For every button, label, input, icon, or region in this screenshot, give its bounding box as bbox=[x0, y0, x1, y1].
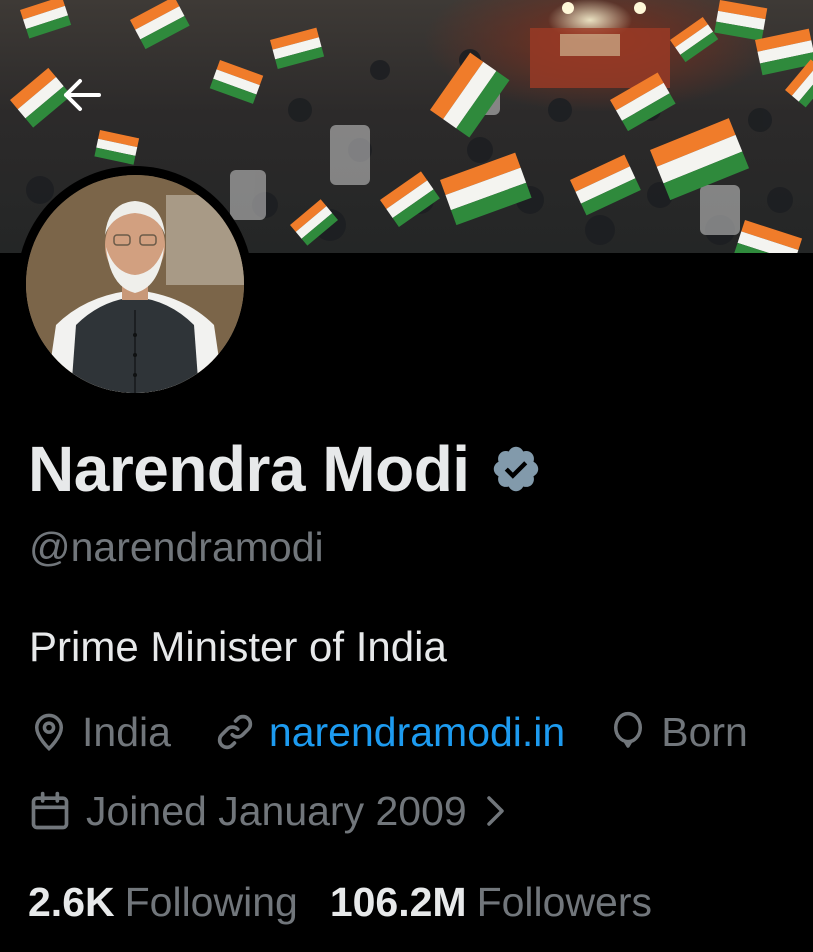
followers-label: Followers bbox=[476, 878, 653, 925]
location-item: India bbox=[28, 709, 171, 756]
avatar-image bbox=[26, 175, 244, 393]
profile-meta-row: India narendramodi.in Born bbox=[28, 704, 790, 760]
following-count: 2.6K bbox=[28, 878, 115, 925]
followers-stat[interactable]: 106.2M Followers bbox=[330, 879, 652, 926]
following-label: Following bbox=[124, 878, 298, 925]
calendar-icon bbox=[31, 791, 69, 830]
verified-badge-icon[interactable] bbox=[490, 443, 542, 495]
following-stat[interactable]: 2.6K Following bbox=[28, 879, 298, 926]
birthday-item: Born bbox=[607, 709, 748, 756]
website-link[interactable]: narendramodi.in bbox=[269, 709, 565, 756]
joined-date-row[interactable]: Joined January 2009 bbox=[28, 783, 507, 839]
follow-stats-row: 2.6K Following 106.2M Followers bbox=[28, 874, 684, 930]
location-text: India bbox=[82, 708, 171, 755]
balloon-icon bbox=[614, 711, 643, 748]
link-icon bbox=[217, 714, 253, 750]
website-item: narendramodi.in bbox=[213, 709, 565, 756]
arrow-left-icon bbox=[64, 79, 101, 111]
joined-date-text: Joined January 2009 bbox=[86, 787, 467, 834]
username-handle: @narendramodi bbox=[29, 524, 324, 570]
chevron-right-icon bbox=[486, 796, 504, 826]
back-button[interactable] bbox=[62, 78, 126, 134]
followers-count: 106.2M bbox=[329, 878, 467, 925]
birthday-text: Born bbox=[661, 708, 748, 755]
profile-avatar[interactable] bbox=[17, 166, 253, 402]
display-name: Narendra Modi bbox=[28, 433, 470, 505]
name-row: Narendra Modi bbox=[28, 432, 542, 506]
location-pin-icon bbox=[34, 713, 64, 752]
profile-bio: Prime Minister of India bbox=[29, 623, 447, 670]
